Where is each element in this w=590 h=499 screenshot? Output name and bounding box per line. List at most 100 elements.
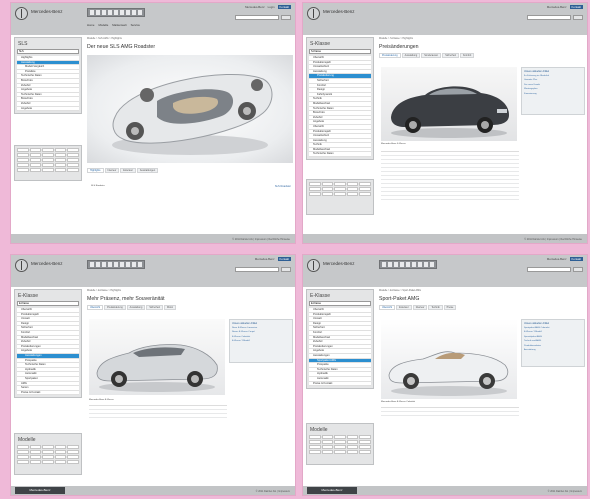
finder-cell[interactable]: [29, 460, 42, 464]
footer-link[interactable]: Rechtliche Hinweise: [268, 238, 290, 241]
finder-cell[interactable]: [321, 445, 334, 449]
finder-cell[interactable]: [29, 445, 42, 449]
model-select[interactable]: SLS: [17, 49, 79, 54]
logo-icon[interactable]: [307, 7, 320, 20]
search-input[interactable]: [235, 15, 279, 20]
finder-cell[interactable]: [29, 455, 42, 459]
footer-link[interactable]: © 2011 Daimler AG: [524, 238, 544, 241]
contact-button[interactable]: Kontakt: [569, 5, 583, 9]
finder-cell[interactable]: [321, 182, 334, 186]
finder-cell[interactable]: [309, 445, 321, 449]
finder-cell[interactable]: [17, 153, 29, 157]
finder-cell[interactable]: [42, 450, 54, 454]
finder-cell[interactable]: [346, 440, 359, 444]
search-input[interactable]: [527, 15, 571, 20]
finder-cell[interactable]: [321, 450, 334, 454]
footer-link[interactable]: Impressum: [255, 238, 267, 241]
search-button[interactable]: [573, 15, 583, 20]
promo-banner[interactable]: [87, 260, 145, 269]
finder-cell[interactable]: [359, 187, 371, 191]
finder-cell[interactable]: [67, 163, 79, 167]
sidebar-item[interactable]: Technische Daten: [309, 152, 371, 158]
footer-brand[interactable]: Mercedes-Benz: [307, 487, 357, 494]
top-link[interactable]: Mercedes-Benz: [547, 257, 567, 261]
logo-icon[interactable]: [15, 259, 28, 272]
search-input[interactable]: [527, 267, 571, 272]
tab[interactable]: Exterieur: [120, 168, 136, 173]
top-link[interactable]: Mercedes-Benz: [245, 5, 265, 9]
finder-cell[interactable]: [42, 460, 54, 464]
finder-cell[interactable]: [17, 163, 29, 167]
finder-cell[interactable]: [17, 445, 29, 449]
finder-cell[interactable]: [67, 153, 79, 157]
finder-cell[interactable]: [321, 440, 334, 444]
finder-cell[interactable]: [334, 445, 346, 449]
footer-link[interactable]: Rechtliche Hinweise: [560, 238, 582, 241]
finder-cell[interactable]: [309, 450, 321, 454]
finder-cell[interactable]: [67, 450, 79, 454]
finder-cell[interactable]: [17, 158, 29, 162]
contact-button[interactable]: Kontakt: [277, 5, 291, 9]
contact-button[interactable]: Kontakt: [569, 257, 583, 261]
finder-cell[interactable]: [67, 460, 79, 464]
finder-cell[interactable]: [359, 445, 371, 449]
finder-cell[interactable]: [54, 450, 67, 454]
nav-item[interactable]: Markenwelt: [112, 23, 126, 27]
model-select[interactable]: E-Klasse: [17, 301, 79, 306]
finder-cell[interactable]: [67, 148, 79, 152]
finder-cell[interactable]: [54, 153, 67, 157]
logo-icon[interactable]: [307, 259, 320, 272]
finder-cell[interactable]: [29, 158, 42, 162]
top-link[interactable]: Login: [268, 5, 275, 9]
tab[interactable]: Technik: [428, 305, 443, 310]
tab[interactable]: Preise: [443, 305, 457, 310]
tab[interactable]: Preisänderung: [379, 53, 401, 58]
finder-cell[interactable]: [67, 168, 79, 172]
finder-cell[interactable]: [321, 435, 334, 439]
search-button[interactable]: [573, 267, 583, 272]
tab[interactable]: Interieur: [104, 168, 120, 173]
promo-banner[interactable]: [87, 8, 145, 17]
sidebar-item[interactable]: Preise & Kontakt: [17, 390, 79, 396]
finder-cell[interactable]: [321, 192, 334, 196]
finder-cell[interactable]: [359, 182, 371, 186]
finder-cell[interactable]: [309, 440, 321, 444]
finder-cell[interactable]: [67, 455, 79, 459]
footer-link[interactable]: © 2011 Daimler AG: [232, 238, 252, 241]
search-button[interactable]: [281, 267, 291, 272]
tab[interactable]: Highlights: [87, 168, 104, 173]
footer-link[interactable]: Impressum: [570, 490, 582, 493]
footer-link[interactable]: Impressum: [547, 238, 559, 241]
footer-link[interactable]: © 2011 Daimler AG: [256, 490, 276, 493]
tab[interactable]: Motor: [163, 305, 177, 310]
finder-cell[interactable]: [54, 163, 67, 167]
finder-cell[interactable]: [54, 168, 67, 172]
finder-cell[interactable]: [29, 153, 42, 157]
tab[interactable]: Interieur: [412, 305, 428, 310]
finder-cell[interactable]: [321, 187, 334, 191]
finder-cell[interactable]: [42, 455, 54, 459]
finder-cell[interactable]: [309, 192, 321, 196]
tab[interactable]: Sicherheit: [442, 53, 459, 58]
finder-cell[interactable]: [42, 163, 54, 167]
nav-item[interactable]: Home: [87, 23, 94, 27]
promo-banner[interactable]: [379, 260, 437, 269]
finder-cell[interactable]: [54, 445, 67, 449]
finder-cell[interactable]: [346, 182, 359, 186]
finder-cell[interactable]: [346, 435, 359, 439]
nav-item[interactable]: Modelle: [98, 23, 108, 27]
tab[interactable]: Sonderausst.: [421, 53, 442, 58]
finder-cell[interactable]: [309, 435, 321, 439]
finder-cell[interactable]: [334, 192, 346, 196]
finder-cell[interactable]: [42, 158, 54, 162]
finder-cell[interactable]: [334, 435, 346, 439]
finder-cell[interactable]: [17, 460, 29, 464]
finder-cell[interactable]: [309, 182, 321, 186]
finder-cell[interactable]: [42, 153, 54, 157]
logo-icon[interactable]: [15, 7, 28, 20]
finder-cell[interactable]: [334, 450, 346, 454]
tab[interactable]: Exterieur: [396, 305, 412, 310]
finder-cell[interactable]: [67, 158, 79, 162]
finder-cell[interactable]: [359, 450, 371, 454]
finder-cell[interactable]: [54, 455, 67, 459]
